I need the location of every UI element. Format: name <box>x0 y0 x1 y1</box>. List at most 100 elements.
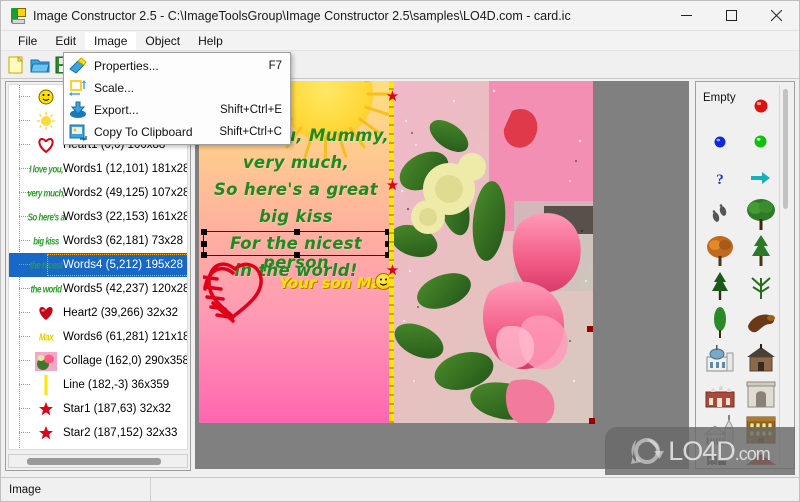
image-menu-dropdown[interactable]: Properties... F7 Scale... Export... Shif… <box>63 52 291 145</box>
menu-accelerator: F7 <box>268 60 282 72</box>
wordart-icon: very much, <box>27 183 65 203</box>
palette-item-teal-arrow[interactable] <box>740 157 781 198</box>
wordart-icon: the world <box>30 279 62 299</box>
star-icon[interactable]: ★ <box>385 89 400 104</box>
palette-item-tree-stump[interactable] <box>740 301 781 342</box>
card-text-line-2[interactable]: very much, <box>199 153 393 172</box>
palette-item-church[interactable] <box>699 409 740 450</box>
tree-row-words3b[interactable]: big kiss Words3 (62,181) 73x28 <box>9 229 187 253</box>
wordart-preview: the world <box>30 283 62 295</box>
card-text-line-4[interactable]: big kiss <box>199 207 393 226</box>
menu-bar: File Edit Image Object Help <box>1 31 799 51</box>
scrollbar-thumb[interactable] <box>27 458 161 465</box>
tree-row-line[interactable]: Line (182,-3) 36x359 <box>9 373 187 397</box>
tree-horizontal-scrollbar[interactable] <box>8 454 188 468</box>
menu-item-export[interactable]: Export... Shift+Ctrl+E <box>64 99 290 121</box>
menu-object[interactable]: Object <box>136 32 189 50</box>
tree-label: Heart2 (39,266) 32x32 <box>63 307 179 319</box>
tree-row-collage[interactable]: Collage (162,0) 290x358 <box>9 349 187 373</box>
menu-item-properties[interactable]: Properties... F7 <box>64 55 290 77</box>
flower-collage-photo[interactable] <box>394 81 593 423</box>
status-bar: Image <box>1 477 799 501</box>
tree-label: Collage (162,0) 290x358 <box>63 355 188 367</box>
palette-item-kremlin[interactable] <box>699 373 740 414</box>
star-icon[interactable]: ★ <box>385 263 400 278</box>
tree-label: Star2 (187,152) 32x33 <box>63 427 178 439</box>
tree-row-star2[interactable]: Star2 (187,152) 32x33 <box>9 421 187 445</box>
menu-label: Copy To Clipboard <box>94 125 193 139</box>
tree-row-words4-selected[interactable]: the nicest Words4 (5,212) 195x28 <box>9 253 187 277</box>
tree-row-star3[interactable]: Star3 (188,237) 32x32 <box>9 445 187 449</box>
tree-row-words6[interactable]: Max Words6 (61,281) 121x18 <box>9 325 187 349</box>
menu-item-scale[interactable]: Scale... <box>64 77 290 99</box>
menu-file[interactable]: File <box>9 32 46 50</box>
smiley-icon <box>33 87 59 107</box>
palette-item-bare-tree[interactable] <box>740 265 781 306</box>
application-window: Image Constructor 2.5 - C:\ImageToolsGro… <box>0 0 800 502</box>
star-icon <box>33 399 59 419</box>
new-document-icon[interactable] <box>5 54 27 76</box>
palette-item-cathedral[interactable] <box>699 337 740 378</box>
wordart-preview: very much, <box>27 187 65 199</box>
minimize-button[interactable] <box>664 1 709 31</box>
collage-thumb-icon <box>33 351 59 371</box>
heart-outline-icon <box>33 135 59 155</box>
tree-row-words3a[interactable]: So here's a Words3 (22,153) 161x28 <box>9 205 187 229</box>
star-icon <box>33 447 59 449</box>
tree-row-words1[interactable]: I love you, Words1 (12,101) 181x28 <box>9 157 187 181</box>
sun-icon <box>33 111 59 131</box>
palette-item-old-house[interactable] <box>740 337 781 378</box>
menu-image[interactable]: Image <box>85 31 137 50</box>
palette-item-question[interactable]: ? <box>699 157 740 198</box>
image-corner-handle[interactable] <box>589 418 595 424</box>
tree-row-heart2[interactable]: Heart2 (39,266) 32x32 <box>9 301 187 325</box>
tree-row-words2[interactable]: very much, Words2 (49,125) 107x28 <box>9 181 187 205</box>
palette-item-pine-tree[interactable] <box>740 229 781 270</box>
close-button[interactable] <box>754 1 799 31</box>
menu-label: Scale... <box>94 81 135 95</box>
app-icon <box>10 7 28 25</box>
palette-item-office-building[interactable] <box>740 409 781 450</box>
menu-edit[interactable]: Edit <box>46 32 85 50</box>
open-folder-icon[interactable] <box>29 54 51 76</box>
palette-item-skyscraper[interactable] <box>699 445 740 465</box>
wordart-preview: big kiss <box>33 235 59 247</box>
wordart-icon: So here's a <box>28 207 65 227</box>
window-title: Image Constructor 2.5 - C:\ImageToolsGro… <box>33 8 571 23</box>
palette-item-autumn-tree[interactable] <box>699 229 740 270</box>
selection-outline <box>47 254 187 276</box>
menu-label: Export... <box>94 103 139 117</box>
card-text-line-3[interactable]: So here's a great <box>199 180 393 199</box>
tree-row-star1[interactable]: Star1 (187,63) 32x32 <box>9 397 187 421</box>
menu-item-copy-to-clipboard[interactable]: Copy To Clipboard Shift+Ctrl+C <box>64 121 290 143</box>
clipart-palette-panel: Empty ? <box>695 81 795 469</box>
tree-label: Words2 (49,125) 107x28 <box>63 187 188 199</box>
menu-help[interactable]: Help <box>189 32 232 50</box>
tree-label: Words3 (62,181) 73x28 <box>63 235 183 247</box>
wordart-icon: I love you, <box>29 159 63 179</box>
tree-row-words5[interactable]: the world Words5 (42,237) 120x28 <box>9 277 187 301</box>
svg-text:?: ? <box>716 172 724 187</box>
menu-label: Properties... <box>94 59 159 73</box>
palette-item-footprints[interactable] <box>699 193 740 234</box>
palette-item-blue-ball[interactable] <box>699 121 740 162</box>
maximize-button[interactable] <box>709 1 754 31</box>
palette-item-green-ball[interactable] <box>740 121 781 162</box>
palette-item-red-ball[interactable] <box>740 85 781 126</box>
copy-clipboard-icon <box>68 123 88 141</box>
star-icon[interactable]: ★ <box>385 178 400 193</box>
wordart-preview: So here's a <box>27 211 65 223</box>
palette-inner: Empty ? <box>699 85 791 465</box>
wordart-icon: big kiss <box>33 231 59 251</box>
palette-scrollbar-thumb[interactable] <box>783 89 788 209</box>
palette-item-cottage-house[interactable] <box>740 445 781 465</box>
palette-scrollbar[interactable] <box>779 85 791 465</box>
palette-item-green-tree[interactable] <box>740 193 781 234</box>
export-icon <box>68 101 88 119</box>
window-controls <box>664 1 799 31</box>
palette-item-triumphal-arch[interactable] <box>740 373 781 414</box>
wordart-yellow-icon: Max <box>33 327 59 347</box>
palette-item-cypress-tree[interactable] <box>699 301 740 342</box>
resize-handle[interactable] <box>587 326 593 332</box>
palette-item-fir-tree[interactable] <box>699 265 740 306</box>
